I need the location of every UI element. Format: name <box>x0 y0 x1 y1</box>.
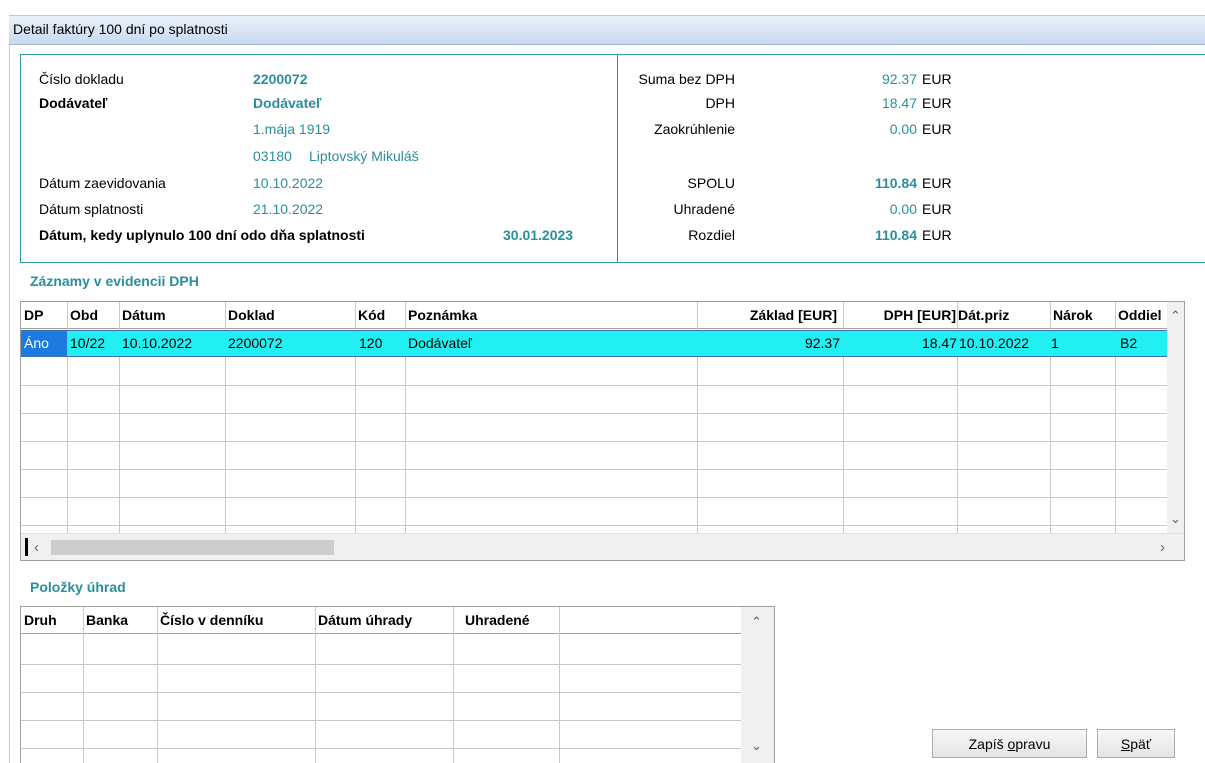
cell-section[interactable]: B2 <box>1115 331 1167 356</box>
total-value-diff: 110.84 <box>874 227 917 243</box>
supplier-name: Dodávateľ <box>253 95 322 111</box>
scroll-down-icon[interactable]: ⌄ <box>751 739 762 752</box>
column-header-type[interactable]: Druh <box>21 607 83 634</box>
grid-line <box>21 720 741 721</box>
vat-section-title: Záznamy v evidencii DPH <box>30 273 199 289</box>
grid-line <box>21 413 1167 414</box>
column-header-paid[interactable]: Uhradené <box>453 607 559 634</box>
text-cursor <box>25 538 28 556</box>
column-header-code[interactable]: Kód <box>355 302 405 329</box>
scroll-down-icon[interactable]: ⌄ <box>1170 512 1181 525</box>
total-label-vat: DPH <box>705 95 735 111</box>
scroll-up-icon[interactable]: ⌃ <box>751 615 762 628</box>
vat-records-grid[interactable]: DP Obd Dátum Doklad Kód Poznámka Základ … <box>20 301 1185 561</box>
total-currency: EUR <box>922 201 952 217</box>
cell-code[interactable]: 120 <box>355 331 405 356</box>
grid-line <box>21 441 1167 442</box>
column-header-document[interactable]: Doklad <box>225 302 355 329</box>
column-header-received[interactable]: Dát.priz <box>957 302 1050 329</box>
supplier-city: Liptovský Mikuláš <box>309 148 419 164</box>
grid-line <box>315 607 316 763</box>
elapsed-date-label: Dátum, kedy uplynulo 100 dní odo dňa spl… <box>39 227 365 243</box>
column-header-bank[interactable]: Banka <box>83 607 157 634</box>
grid-line <box>157 607 158 763</box>
payments-grid-header: Druh Banka Číslo v denníku Dátum úhrady … <box>21 607 741 634</box>
due-date-value: 21.10.2022 <box>253 201 324 217</box>
supplier-label: Dodávateľ <box>39 95 108 111</box>
grid-line <box>21 748 741 749</box>
grid-line <box>559 607 560 763</box>
vertical-scrollbar[interactable]: ⌃ ⌄ <box>741 607 774 763</box>
supplier-street: 1.mája 1919 <box>253 121 331 137</box>
total-label-net: Suma bez DPH <box>638 71 735 87</box>
doc-no-value: 2200072 <box>253 71 308 87</box>
scroll-right-icon[interactable]: › <box>1160 540 1165 555</box>
grid-line <box>21 664 741 665</box>
total-currency: EUR <box>922 227 952 243</box>
cell-period[interactable]: 10/22 <box>67 331 119 356</box>
total-label-sum: SPOLU <box>687 175 735 191</box>
total-currency: EUR <box>922 121 952 137</box>
column-header-vat[interactable]: DPH [EUR] <box>841 302 958 329</box>
cell-document[interactable]: 2200072 <box>225 331 355 356</box>
grid-line <box>21 469 1167 470</box>
vertical-scrollbar[interactable]: ⌃ ⌄ <box>1167 302 1184 533</box>
due-date-label: Dátum splatnosti <box>39 201 144 217</box>
total-value-sum: 110.84 <box>874 175 917 191</box>
cell-base[interactable]: 92.37 <box>697 331 843 356</box>
grid-line <box>83 607 84 763</box>
total-currency: EUR <box>922 95 952 111</box>
total-value-rounding: 0.00 <box>889 121 917 137</box>
cell-note[interactable]: Dodávateľ <box>405 331 697 356</box>
grid-line <box>21 497 1167 498</box>
cell-claim[interactable]: 1 <box>1050 331 1115 356</box>
back-button[interactable]: Späť <box>1097 729 1175 758</box>
column-header-journal-no[interactable]: Číslo v denníku <box>157 607 315 634</box>
total-value-vat: 18.47 <box>881 95 917 111</box>
cell-vat[interactable]: 18.47 <box>843 331 957 356</box>
column-header-note[interactable]: Poznámka <box>405 302 697 329</box>
grid-line <box>21 692 741 693</box>
scroll-left-icon[interactable]: ‹ <box>34 540 39 555</box>
elapsed-date-value: 30.01.2023 <box>503 227 574 243</box>
scrollbar-thumb[interactable] <box>51 540 334 555</box>
column-header-period[interactable]: Obd <box>67 302 119 329</box>
window-title: Detail faktúry 100 dní po splatnosti <box>9 15 1205 45</box>
column-header-section[interactable]: Oddiel <box>1115 302 1167 329</box>
scroll-up-icon[interactable]: ⌃ <box>1170 309 1181 322</box>
payments-grid[interactable]: Druh Banka Číslo v denníku Dátum úhrady … <box>20 606 775 763</box>
column-header-base[interactable]: Základ [EUR] <box>697 302 841 329</box>
table-row[interactable]: Áno 10/22 10.10.2022 2200072 120 Dodávat… <box>21 330 1175 357</box>
doc-no-label: Číslo dokladu <box>39 71 124 87</box>
column-header-payment-date[interactable]: Dátum úhrady <box>315 607 453 634</box>
vat-grid-header: DP Obd Dátum Doklad Kód Poznámka Základ … <box>21 302 1167 329</box>
total-label-diff: Rozdiel <box>688 227 735 243</box>
total-label-paid: Uhradené <box>673 201 736 217</box>
total-currency: EUR <box>922 71 952 87</box>
total-currency: EUR <box>922 175 952 191</box>
window-left-edge <box>9 45 10 763</box>
grid-line <box>21 525 1167 526</box>
recorded-date-label: Dátum zaevidovania <box>39 175 166 191</box>
column-header-dp[interactable]: DP <box>21 302 67 329</box>
supplier-zip: 03180 <box>253 148 292 164</box>
payments-section-title: Položky úhrad <box>30 579 126 595</box>
total-value-net: 92.37 <box>881 71 917 87</box>
cell-received[interactable]: 10.10.2022 <box>957 331 1050 356</box>
cell-dp[interactable]: Áno <box>22 331 67 356</box>
invoice-header-panel: Číslo dokladu 2200072 Dodávateľ Dodávate… <box>20 54 1205 263</box>
grid-line <box>453 607 454 763</box>
column-header-claim[interactable]: Nárok <box>1050 302 1115 329</box>
grid-line <box>21 385 1167 386</box>
column-header-date[interactable]: Dátum <box>119 302 225 329</box>
total-value-paid: 0.00 <box>889 201 917 217</box>
cell-date[interactable]: 10.10.2022 <box>119 331 225 356</box>
horizontal-scrollbar[interactable]: ‹ › <box>21 533 1184 560</box>
total-label-rounding: Zaokrúhlenie <box>654 121 735 137</box>
save-correction-button[interactable]: Zapíš opravu <box>932 729 1087 758</box>
recorded-date-value: 10.10.2022 <box>253 175 324 191</box>
